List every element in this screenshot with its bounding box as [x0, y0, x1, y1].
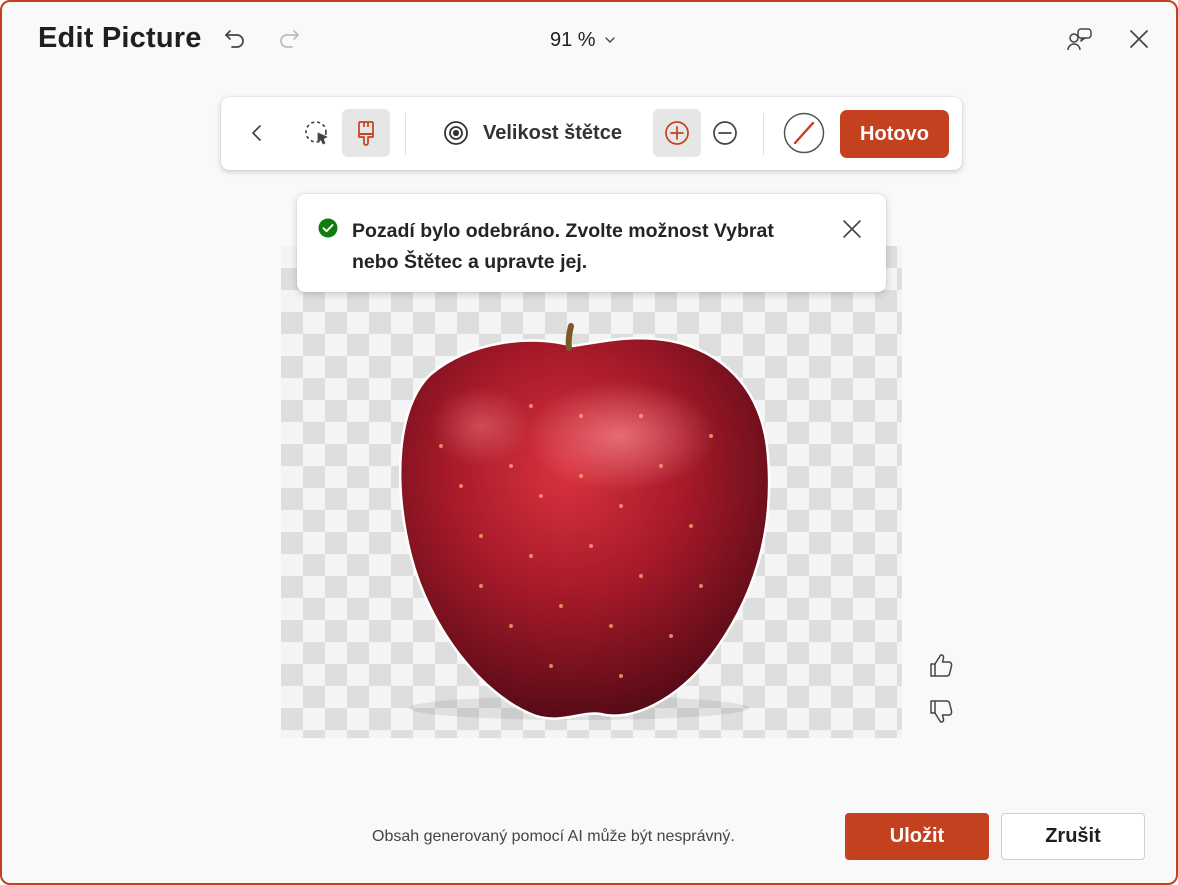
close-button[interactable]: [1124, 24, 1154, 54]
check-circle-icon: [318, 218, 338, 238]
close-icon: [843, 220, 861, 238]
zoom-dropdown[interactable]: 91 %: [550, 26, 616, 54]
eraser-button[interactable]: [781, 109, 827, 157]
back-button[interactable]: [237, 109, 277, 157]
redo-icon: [280, 30, 299, 48]
picture-canvas[interactable]: [281, 246, 902, 738]
thumbs-down-icon: [930, 700, 953, 723]
brush-icon: [358, 121, 374, 146]
plus-circle-icon: [665, 121, 689, 145]
undo-icon: [225, 30, 244, 48]
brush-size-label: Velikost štětce: [483, 121, 622, 144]
close-icon: [1130, 30, 1148, 48]
feedback-button[interactable]: [1064, 24, 1096, 56]
select-tool-button[interactable]: [295, 109, 339, 157]
background-removal-toolbar: Velikost štětce Hotovo: [221, 97, 962, 170]
apple-image: [398, 323, 771, 720]
decrease-brush-size-button[interactable]: [703, 109, 747, 157]
chevron-down-icon: [604, 37, 615, 43]
slash-circle-icon: [783, 112, 825, 154]
lasso-select-icon: [305, 121, 328, 145]
zoom-level: 91 %: [550, 28, 596, 51]
brush-size-button[interactable]: Velikost štětce: [443, 109, 622, 157]
edit-picture-dialog: Edit Picture 91 % Velikost štětce Hotovo…: [0, 0, 1178, 885]
brush-tool-button[interactable]: [342, 109, 390, 157]
toast-close-button[interactable]: [837, 214, 867, 244]
increase-brush-size-button[interactable]: [653, 109, 701, 157]
dialog-title: Edit Picture: [38, 22, 202, 54]
minus-circle-icon: [713, 121, 737, 145]
status-toast: Pozadí bylo odebráno. Zvolte možnost Vyb…: [297, 194, 886, 292]
done-button[interactable]: Hotovo: [840, 110, 949, 158]
thumbs-down-button[interactable]: [926, 697, 956, 727]
ai-disclaimer: Obsah generovaný pomocí AI může být nesp…: [372, 828, 735, 845]
chevron-left-icon: [252, 125, 261, 141]
comment-icon: [1067, 28, 1092, 51]
save-button[interactable]: Uložit: [845, 813, 989, 860]
redo-button[interactable]: [274, 24, 304, 54]
undo-button[interactable]: [220, 24, 250, 54]
thumbs-up-button[interactable]: [926, 650, 956, 680]
toast-message: Pozadí bylo odebráno. Zvolte možnost Vyb…: [352, 220, 774, 273]
thumbs-up-icon: [930, 654, 953, 677]
target-icon: [444, 121, 468, 145]
toolbar-divider: [763, 113, 764, 155]
toolbar-divider: [405, 113, 406, 155]
cancel-button[interactable]: Zrušit: [1001, 813, 1145, 860]
